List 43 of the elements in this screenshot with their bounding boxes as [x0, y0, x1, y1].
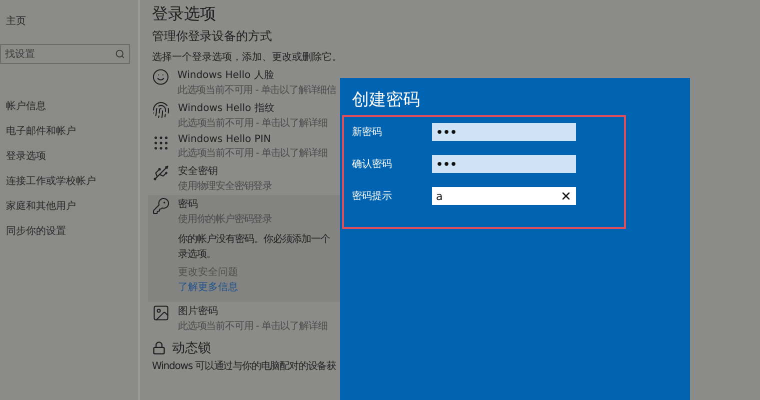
face-icon — [152, 68, 170, 86]
option-description: 此选项当前不可用 - 单击以了解详细 — [178, 320, 328, 333]
section-hint: 选择一个登录选项，添加、更改或删除它。 — [152, 50, 340, 64]
sidebar-item[interactable]: 家庭和其他用户 — [0, 194, 138, 219]
sidebar-item[interactable]: 连接工作或学校帐户 — [0, 169, 138, 194]
option-description: 此选项当前不可用 - 单击以了解详细 — [178, 116, 328, 130]
option-body: 录选项。 — [178, 248, 217, 261]
field-label: 确认密码 — [352, 158, 393, 171]
field-label: 密码提示 — [352, 190, 393, 203]
password-field[interactable]: ••• — [432, 155, 576, 173]
lock-icon — [152, 341, 166, 355]
option-body: 你的帐户没有密码。你必须添加一个 — [178, 232, 330, 246]
sidebar-item[interactable]: 登录选项 — [0, 144, 138, 169]
option-description: 使用物理安全密钥登录 — [178, 180, 272, 193]
option-description: 此选项当前不可用 - 单击以了解详细 — [178, 146, 328, 160]
password-field[interactable]: ••• — [432, 123, 576, 141]
option-title[interactable]: 安全密钥 — [178, 164, 272, 178]
fingerprint-icon — [152, 101, 170, 119]
option-title[interactable]: Windows Hello PIN — [178, 134, 328, 145]
option-description: 此选项当前不可用 - 单击以了解详细信 — [177, 84, 336, 97]
page-title: 登录选项 — [152, 4, 217, 25]
sidebar-item[interactable]: 帐户信息 — [0, 94, 138, 119]
option-title[interactable]: Windows Hello 人脸 — [177, 68, 336, 82]
option-title[interactable]: Windows Hello 指纹 — [178, 101, 328, 115]
search-icon — [115, 49, 125, 59]
input-field[interactable]: a — [432, 187, 576, 205]
option-title[interactable]: 图片密码 — [178, 304, 328, 318]
dialog-title: 创建密码 — [351, 89, 421, 111]
clear-icon[interactable] — [560, 190, 572, 202]
section-title: 动态锁 — [172, 340, 211, 357]
sidebar-item[interactable]: 电子邮件和帐户 — [0, 119, 138, 144]
search-field[interactable]: 找设置 — [0, 44, 130, 64]
section-title: 管理你登录设备的方式 — [152, 28, 273, 45]
picture-icon — [152, 304, 170, 322]
home-link[interactable]: 主页 — [0, 14, 138, 28]
password-icon — [152, 197, 170, 215]
dynamic-lock-text: Windows 可以通过与你的电脑配对的设备获 — [152, 360, 338, 373]
option-title[interactable]: 密码 — [178, 197, 330, 211]
field-label: 新密码 — [352, 126, 383, 139]
pin-icon — [152, 134, 170, 152]
search-input[interactable]: 找设置 — [5, 48, 95, 60]
sidebar-item[interactable]: 同步你的设置 — [0, 219, 138, 244]
option-description: 使用你的帐户密码登录 — [178, 212, 274, 226]
